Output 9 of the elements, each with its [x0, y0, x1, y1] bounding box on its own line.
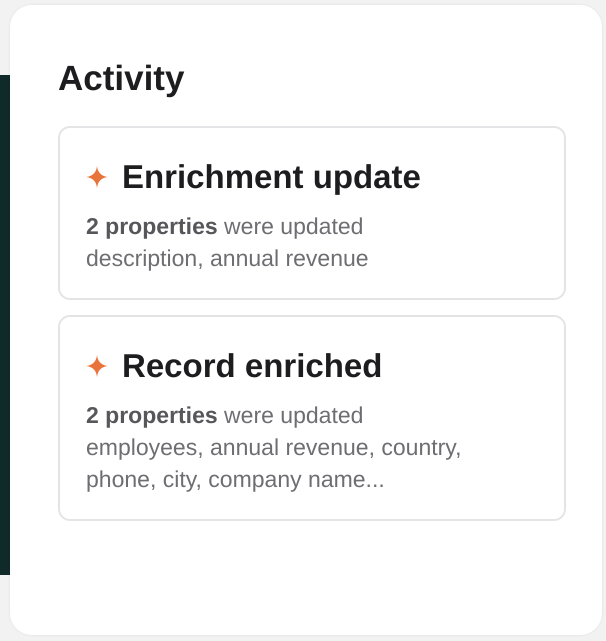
sparkle-icon [86, 355, 108, 377]
sparkle-icon [86, 166, 108, 188]
activity-summary: 2 properties were updated [86, 401, 364, 430]
activity-details: employees, annual revenue, country, phone, city, company name... [86, 433, 462, 494]
activity-details: description, annual revenue [86, 244, 370, 273]
panel-title: Activity [58, 58, 186, 100]
activity-title: Enrichment update [122, 158, 421, 196]
activity-summary: 2 properties were updated [86, 212, 364, 241]
activity-title: Record enriched [122, 347, 382, 385]
